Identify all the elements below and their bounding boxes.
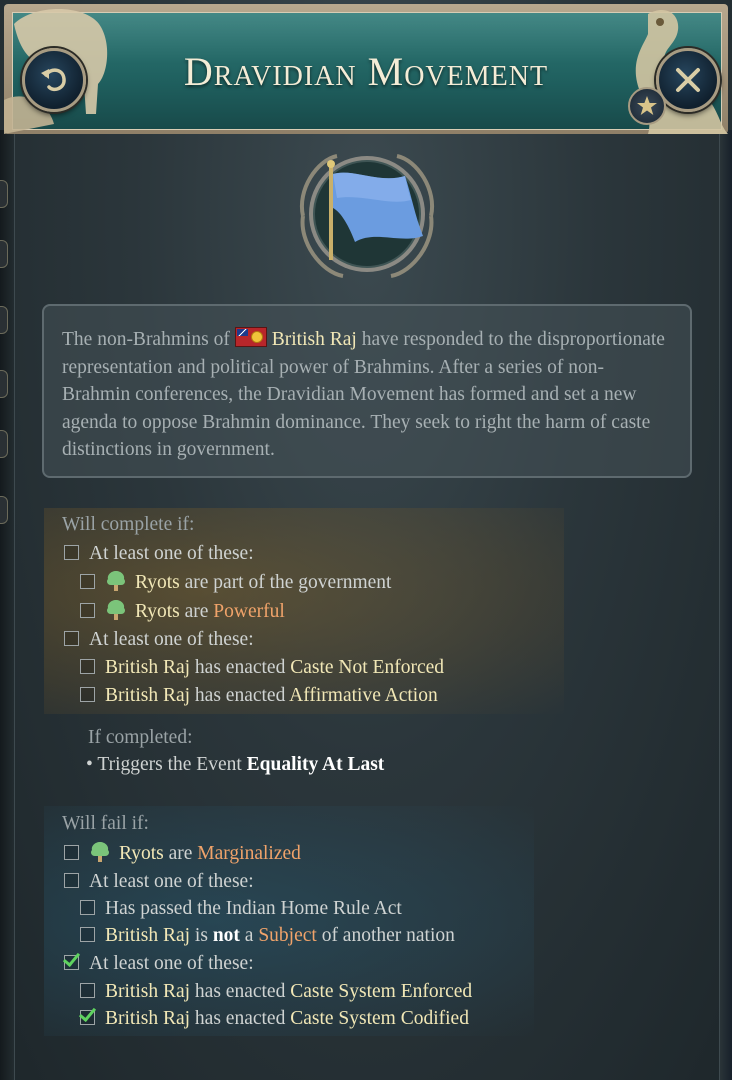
checkbox-checked bbox=[80, 1010, 95, 1025]
checkbox bbox=[80, 983, 95, 998]
strength-link[interactable]: Marginalized bbox=[197, 843, 301, 864]
country-link[interactable]: British Raj bbox=[105, 685, 190, 706]
checkbox bbox=[64, 873, 79, 888]
country-flag-icon bbox=[234, 327, 267, 347]
checkbox bbox=[80, 927, 95, 942]
checkbox bbox=[64, 845, 79, 860]
complete-condition: Ryots are part of the government bbox=[80, 570, 391, 594]
fail-condition: British Raj has enacted Caste System Cod… bbox=[80, 1008, 469, 1030]
side-tab[interactable] bbox=[0, 306, 8, 334]
country-link[interactable]: British Raj bbox=[105, 981, 190, 1002]
fail-condition-group: At least one of these: bbox=[64, 953, 254, 975]
complete-condition: British Raj has enacted Caste Not Enforc… bbox=[80, 657, 444, 679]
movement-flag-emblem bbox=[299, 154, 435, 278]
fail-condition: British Raj has enacted Caste System Enf… bbox=[80, 981, 472, 1003]
law-link[interactable]: Affirmative Action bbox=[289, 685, 438, 706]
pop-type-link[interactable]: Ryots bbox=[135, 601, 180, 622]
star-icon bbox=[637, 96, 657, 115]
checkbox bbox=[64, 631, 79, 646]
checkbox bbox=[64, 545, 79, 560]
back-arrow-icon bbox=[41, 68, 66, 92]
panel-title: Dravidian Movement bbox=[183, 49, 549, 94]
country-link[interactable]: British Raj bbox=[272, 329, 357, 350]
side-tab[interactable] bbox=[0, 430, 8, 458]
checkbox-checked bbox=[64, 955, 79, 970]
close-x-icon bbox=[676, 68, 700, 92]
law-link[interactable]: Caste System Enforced bbox=[290, 981, 472, 1002]
side-tab[interactable] bbox=[0, 180, 8, 208]
side-tab[interactable] bbox=[0, 370, 8, 398]
back-button[interactable] bbox=[22, 48, 86, 112]
law-link[interactable]: Caste System Codified bbox=[290, 1008, 469, 1029]
checkbox bbox=[80, 900, 95, 915]
country-link[interactable]: British Raj bbox=[105, 1008, 190, 1029]
complete-condition-group: At least one of these: bbox=[64, 543, 254, 565]
fail-condition: British Raj is not a Subject of another … bbox=[80, 925, 455, 947]
complete-condition: British Raj has enacted Affirmative Acti… bbox=[80, 685, 438, 707]
country-link[interactable]: British Raj bbox=[105, 657, 190, 678]
fail-condition-group: At least one of these: bbox=[64, 871, 254, 893]
checkbox bbox=[80, 603, 95, 618]
complete-condition-group: At least one of these: bbox=[64, 629, 254, 651]
strength-link[interactable]: Powerful bbox=[213, 601, 285, 622]
fail-heading: Will fail if: bbox=[62, 813, 149, 834]
law-link[interactable]: Caste Not Enforced bbox=[290, 657, 444, 678]
fail-condition: Ryots are Marginalized bbox=[64, 841, 301, 865]
country-link[interactable]: British Raj bbox=[105, 925, 190, 946]
tree-icon bbox=[91, 842, 109, 862]
checkbox bbox=[80, 659, 95, 674]
pop-type-link[interactable]: Ryots bbox=[119, 843, 164, 864]
tree-icon bbox=[107, 600, 125, 620]
complete-condition: Ryots are Powerful bbox=[80, 599, 285, 623]
on-complete-heading: If completed: bbox=[88, 727, 193, 748]
fail-condition: Has passed the Indian Home Rule Act bbox=[80, 898, 402, 920]
right-side-panel bbox=[719, 130, 732, 1080]
flag-pole-icon bbox=[329, 164, 333, 260]
tree-icon bbox=[107, 571, 125, 591]
on-complete-effect: • Triggers the Event Equality At Last bbox=[86, 754, 385, 775]
window-header: Dravidian Movement bbox=[4, 4, 728, 134]
checkbox bbox=[80, 574, 95, 589]
pin-star-button[interactable] bbox=[628, 87, 666, 125]
complete-heading: Will complete if: bbox=[62, 514, 195, 535]
side-tab[interactable] bbox=[0, 496, 8, 524]
checkbox bbox=[80, 687, 95, 702]
description-text: The non-Brahmins of bbox=[62, 329, 230, 350]
left-side-panel bbox=[0, 130, 15, 1080]
subject-link[interactable]: Subject bbox=[258, 925, 317, 946]
side-tab[interactable] bbox=[0, 240, 8, 268]
event-description: The non-Brahmins of British Raj have res… bbox=[42, 304, 692, 478]
event-link[interactable]: Equality At Last bbox=[247, 754, 385, 775]
pop-type-link[interactable]: Ryots bbox=[135, 572, 180, 593]
